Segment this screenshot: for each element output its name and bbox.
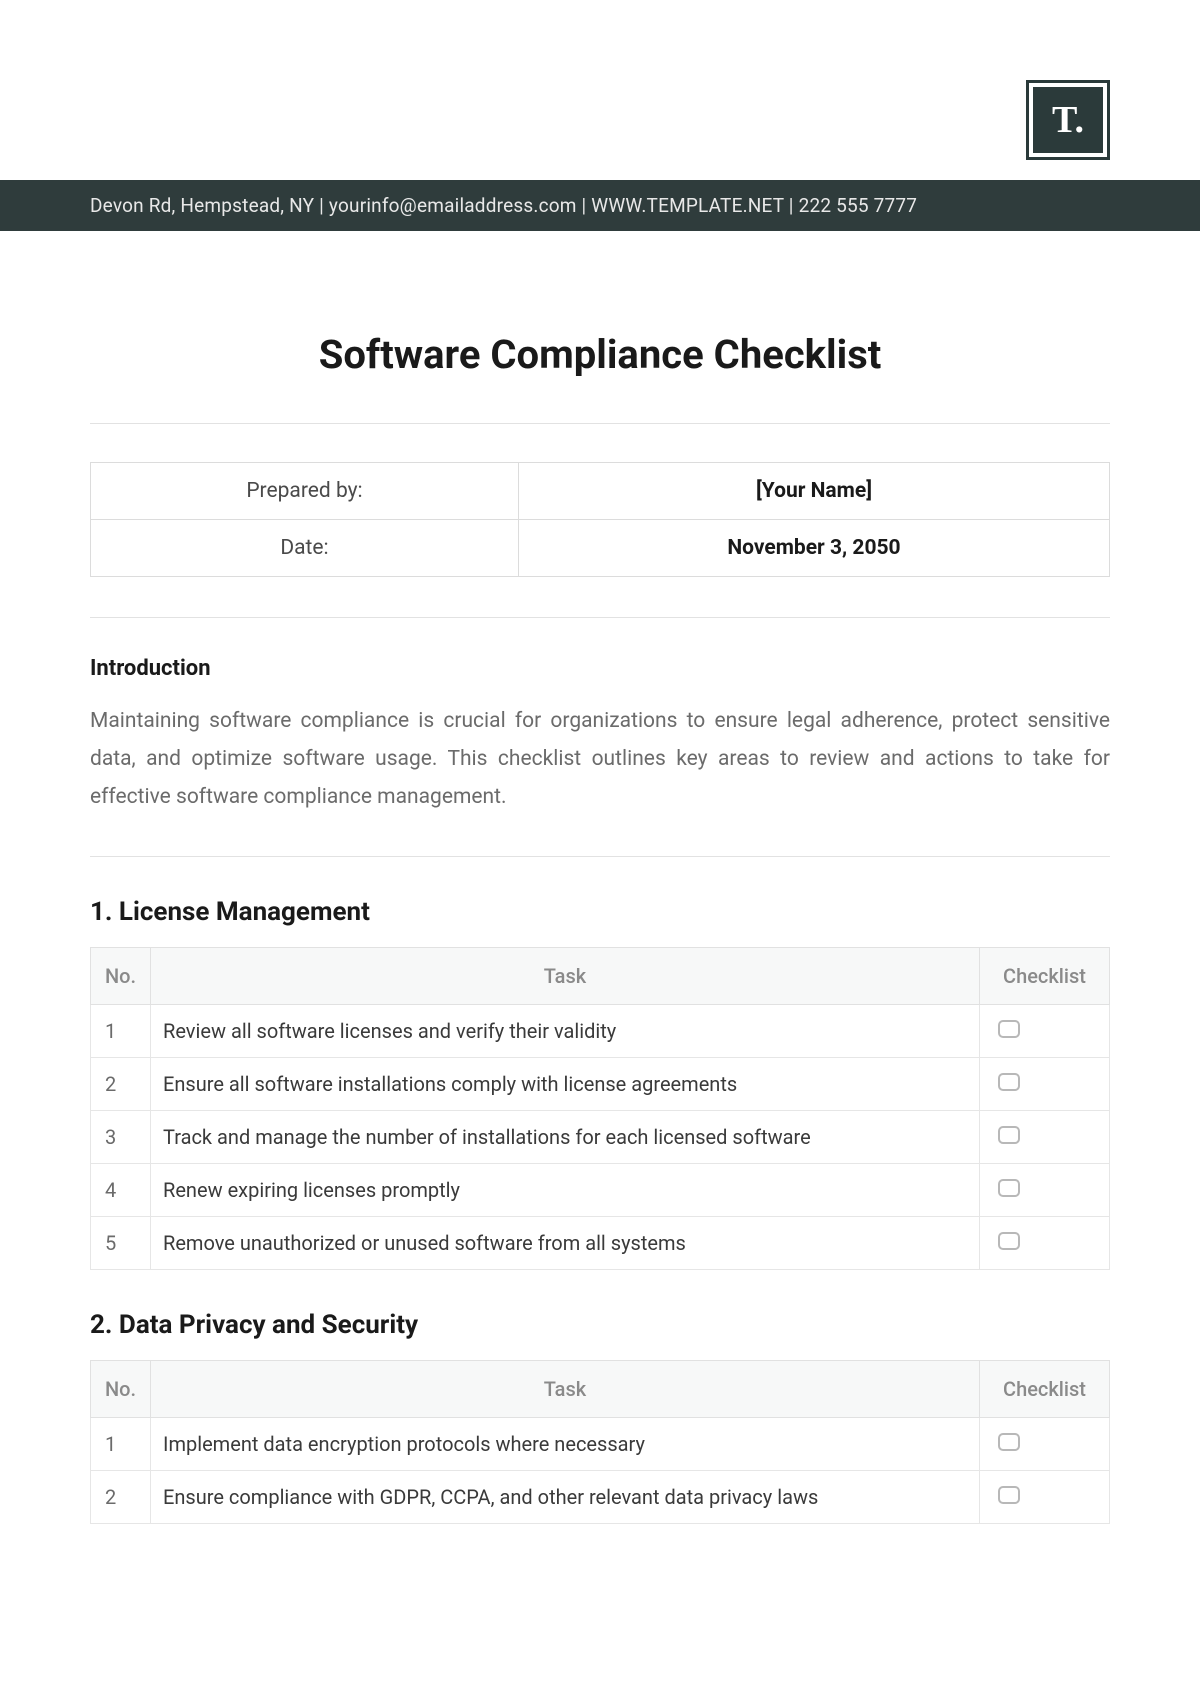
checkbox[interactable] [998, 1179, 1020, 1197]
row-no: 5 [91, 1217, 151, 1270]
intro-heading: Introduction [90, 656, 1110, 681]
checkbox[interactable] [998, 1486, 1020, 1504]
checkbox[interactable] [998, 1232, 1020, 1250]
prepared-by-label: Prepared by: [91, 463, 519, 520]
section-heading: 2. Data Privacy and Security [90, 1310, 1110, 1340]
row-no: 1 [91, 1418, 151, 1471]
row-no: 4 [91, 1164, 151, 1217]
checkbox[interactable] [998, 1020, 1020, 1038]
section-heading: 1. License Management [90, 897, 1110, 927]
prepared-by-value: [Your Name] [518, 463, 1109, 520]
meta-table: Prepared by: [Your Name] Date: November … [90, 462, 1110, 577]
date-value: November 3, 2050 [518, 520, 1109, 577]
row-task: Renew expiring licenses promptly [151, 1164, 980, 1217]
checkbox[interactable] [998, 1073, 1020, 1091]
column-header-no: No. [91, 1361, 151, 1418]
brand-logo: T. [1026, 80, 1110, 160]
table-row: 2 Ensure compliance with GDPR, CCPA, and… [91, 1471, 1110, 1524]
row-task: Implement data encryption protocols wher… [151, 1418, 980, 1471]
divider [90, 856, 1110, 857]
column-header-task: Task [151, 948, 980, 1005]
row-no: 2 [91, 1058, 151, 1111]
brand-logo-text: T. [1033, 87, 1103, 153]
column-header-checklist: Checklist [980, 1361, 1110, 1418]
table-row: 4 Renew expiring licenses promptly [91, 1164, 1110, 1217]
column-header-task: Task [151, 1361, 980, 1418]
table-row: 5 Remove unauthorized or unused software… [91, 1217, 1110, 1270]
table-row: 1 Implement data encryption protocols wh… [91, 1418, 1110, 1471]
intro-text: Maintaining software compliance is cruci… [90, 703, 1110, 816]
page-title: Software Compliance Checklist [90, 331, 1110, 378]
date-label: Date: [91, 520, 519, 577]
checkbox[interactable] [998, 1433, 1020, 1451]
row-task: Remove unauthorized or unused software f… [151, 1217, 980, 1270]
row-task: Review all software licenses and verify … [151, 1005, 980, 1058]
divider [90, 423, 1110, 424]
data-privacy-table: No. Task Checklist 1 Implement data encr… [90, 1360, 1110, 1524]
row-no: 3 [91, 1111, 151, 1164]
row-no: 2 [91, 1471, 151, 1524]
row-task: Ensure compliance with GDPR, CCPA, and o… [151, 1471, 980, 1524]
license-management-table: No. Task Checklist 1 Review all software… [90, 947, 1110, 1270]
row-task: Track and manage the number of installat… [151, 1111, 980, 1164]
divider [90, 617, 1110, 618]
column-header-no: No. [91, 948, 151, 1005]
column-header-checklist: Checklist [980, 948, 1110, 1005]
checkbox[interactable] [998, 1126, 1020, 1144]
table-row: 1 Review all software licenses and verif… [91, 1005, 1110, 1058]
contact-bar: Devon Rd, Hempstead, NY | yourinfo@email… [0, 180, 1200, 231]
row-task: Ensure all software installations comply… [151, 1058, 980, 1111]
table-row: 3 Track and manage the number of install… [91, 1111, 1110, 1164]
row-no: 1 [91, 1005, 151, 1058]
table-row: 2 Ensure all software installations comp… [91, 1058, 1110, 1111]
